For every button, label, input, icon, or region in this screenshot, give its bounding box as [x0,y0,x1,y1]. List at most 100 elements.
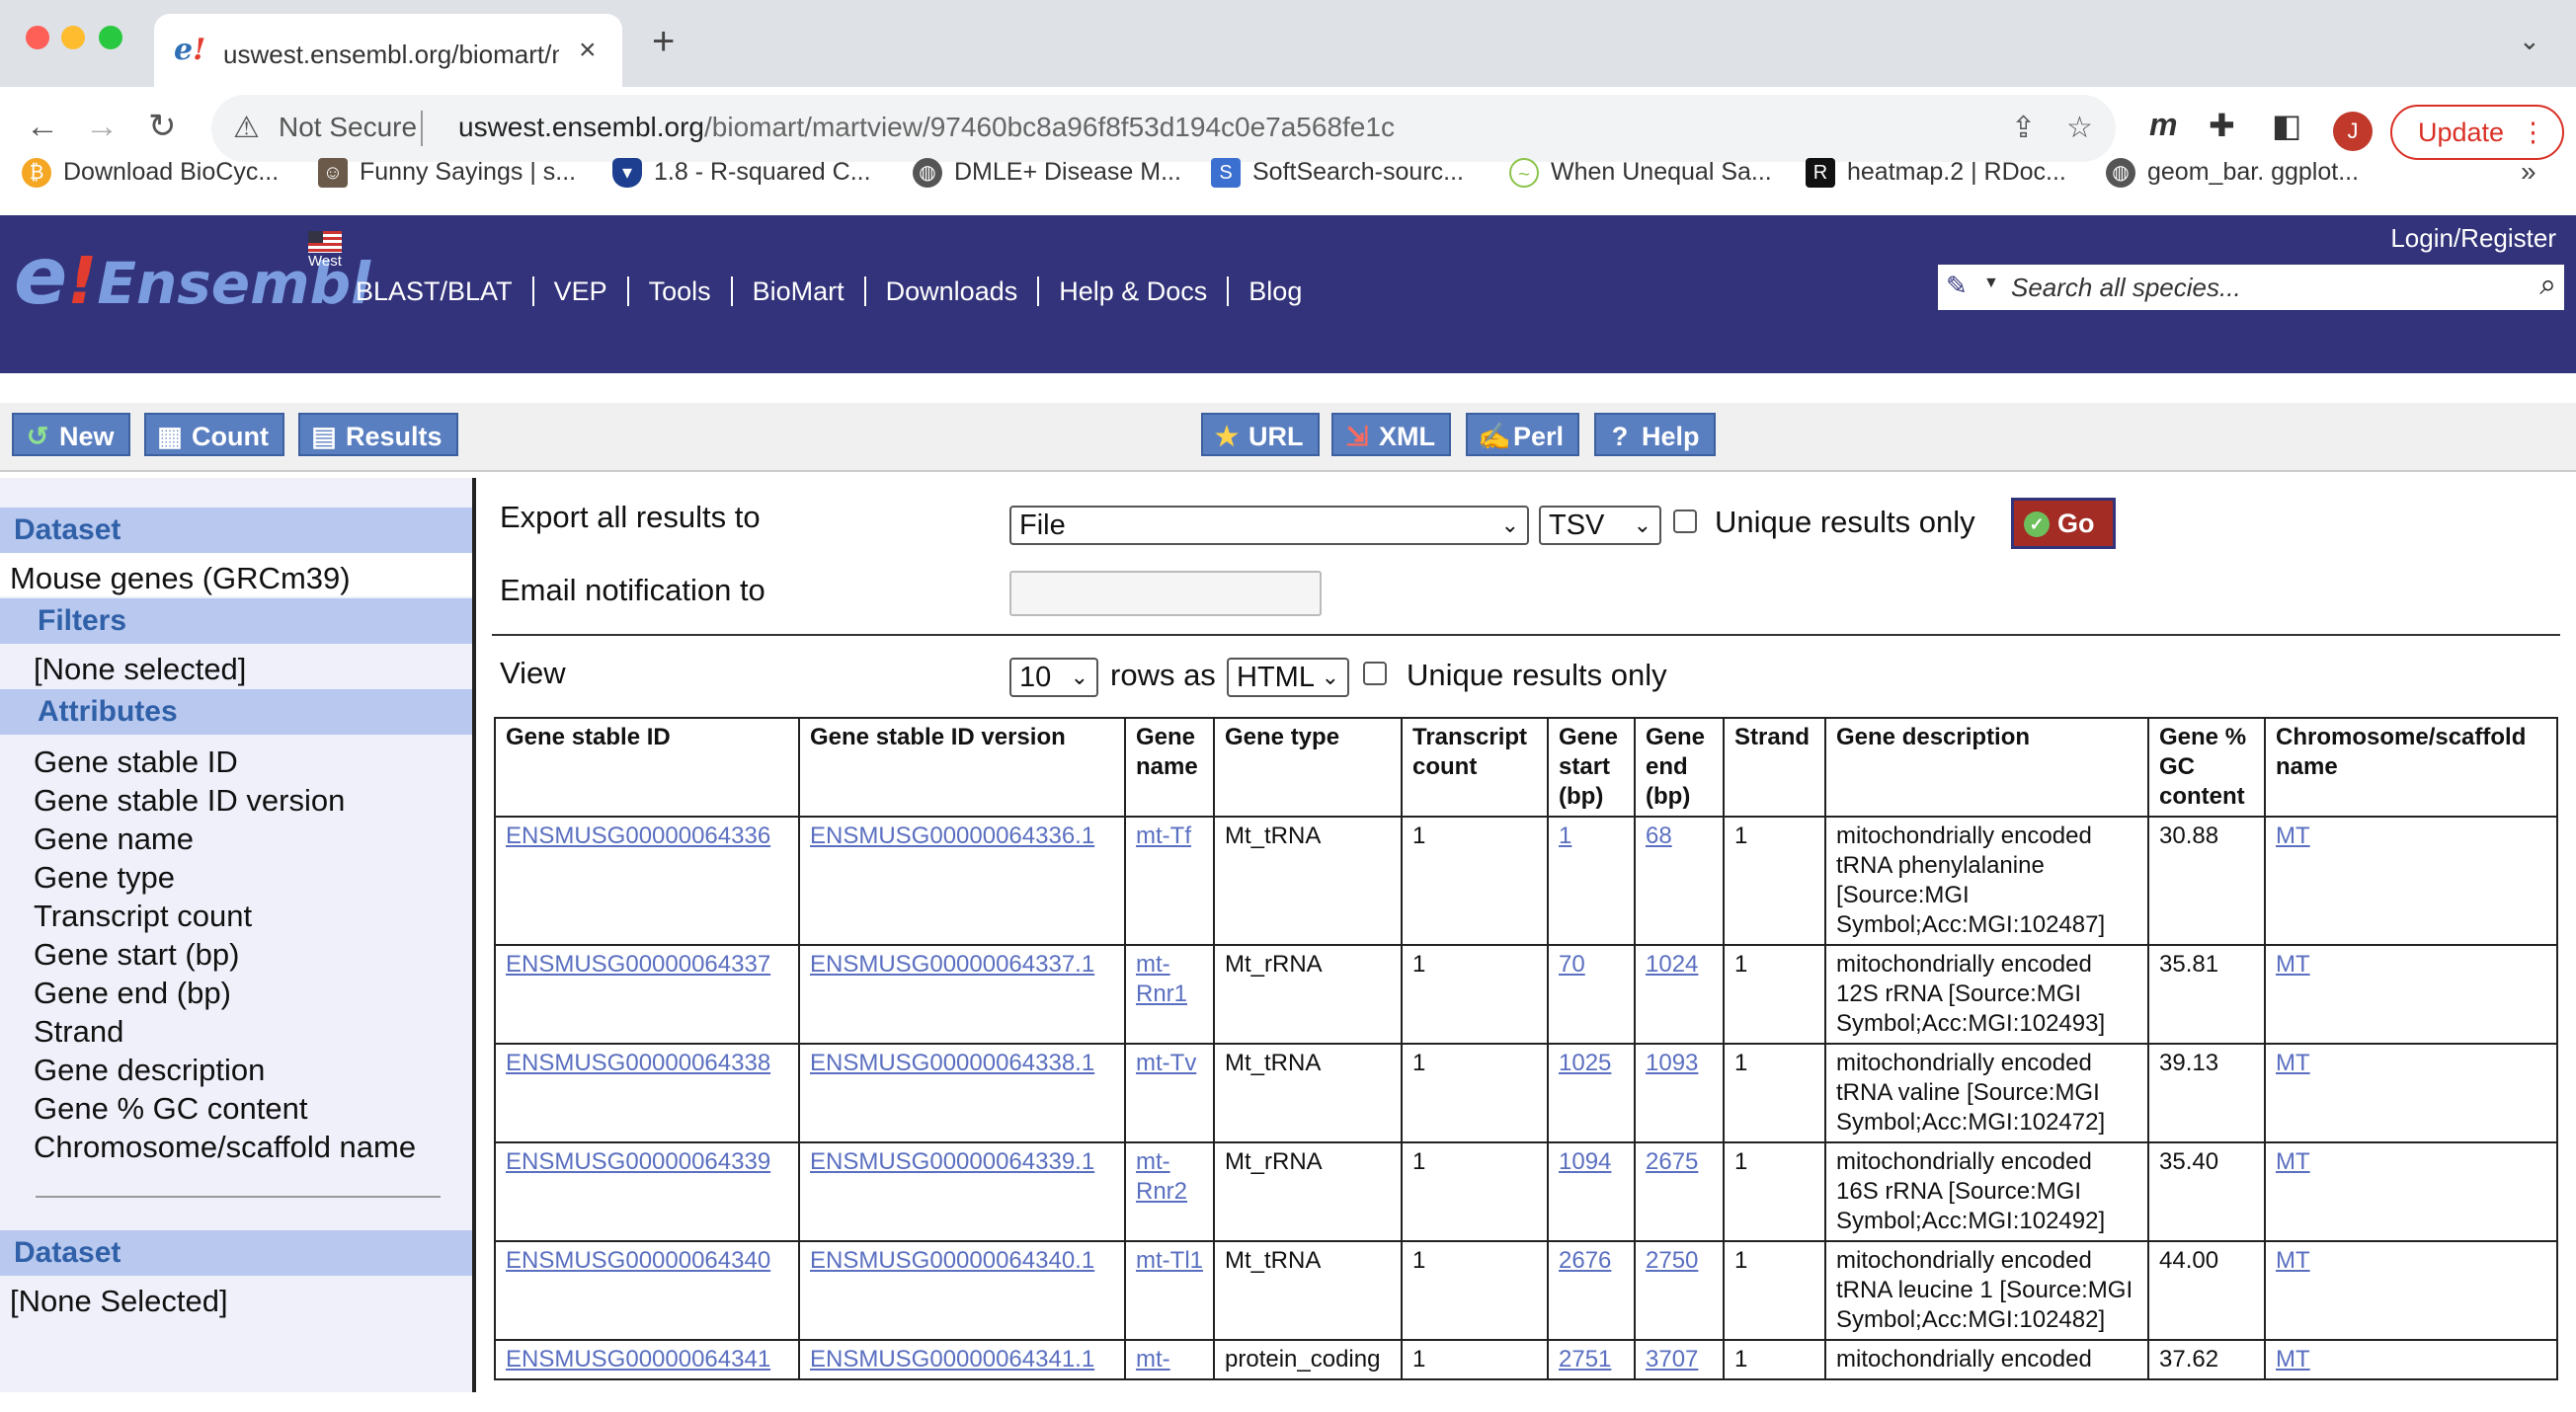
nav-downloads[interactable]: Downloads [866,276,1040,306]
cell-link[interactable]: ENSMUSG00000064339.1 [810,1148,1094,1175]
cell-link[interactable]: 2676 [1559,1247,1611,1274]
attributes-heading[interactable]: Attributes [0,689,472,735]
bookmark-item[interactable]: Rheatmap.2 | RDoc... [1806,158,2066,189]
chevron-down-icon[interactable]: ▼ [1983,275,1999,292]
view-unique-checkbox[interactable] [1363,662,1387,685]
bookmark-item[interactable]: S SoftSearch-sourc... [1211,158,1464,189]
view-unique-label[interactable]: Unique results only [1407,658,1667,693]
species-selector-icon[interactable]: ✎ [1946,271,1968,301]
nav-vep[interactable]: VEP [534,276,629,306]
back-arrow-icon[interactable]: ← [26,107,59,146]
cell-link[interactable]: ENSMUSG00000064337.1 [810,951,1094,978]
cell-link[interactable]: ENSMUSG00000064338 [506,1050,770,1076]
attribute-item[interactable]: Gene type [34,860,175,896]
cell-link[interactable]: ENSMUSG00000064339 [506,1148,770,1175]
attribute-item[interactable]: Gene stable ID version [34,783,345,819]
dataset2-value[interactable]: [None Selected] [10,1284,228,1319]
cell-link[interactable]: 1024 [1646,951,1698,978]
cell-link[interactable]: ENSMUSG00000064340.1 [810,1247,1094,1274]
warning-triangle-icon[interactable]: ⚠ [233,111,260,145]
filters-heading[interactable]: Filters [0,598,472,644]
attribute-item[interactable]: Gene start (bp) [34,937,239,973]
reload-icon[interactable]: ↻ [148,107,177,146]
search-input[interactable]: Search all species... [2011,273,2241,303]
cell-link[interactable]: MT [2276,1247,2310,1274]
not-secure-label[interactable]: Not Secure [279,112,417,143]
share-icon[interactable]: ⇪ [2011,111,2036,145]
cell-link[interactable]: MT [2276,823,2310,849]
bookmark-item[interactable]: ▾ 1.8 - R-squared C... [612,158,871,189]
cell-link[interactable]: 1093 [1646,1050,1698,1076]
cell-link[interactable]: 2675 [1646,1148,1698,1175]
bookmark-item[interactable]: ~ When Unequal Sa... [1509,158,1772,189]
go-button[interactable]: ✓ Go [2011,498,2116,549]
export-destination-select[interactable]: File ⌄ [1009,506,1529,545]
filters-value[interactable]: [None selected] [34,652,246,687]
cell-link[interactable]: ENSMUSG00000064336.1 [810,823,1094,849]
export-format-select[interactable]: TSV ⌄ [1539,506,1661,545]
cell-link[interactable]: 1 [1559,823,1571,849]
cell-link[interactable]: mt-Tf [1136,823,1191,849]
rows-select[interactable]: 10 ⌄ [1009,658,1098,697]
bookmark-star-icon[interactable]: ☆ [2066,111,2093,145]
login-register-link[interactable]: Login/Register [2390,223,2556,254]
dataset-value[interactable]: Mouse genes (GRCm39) [10,561,351,596]
attribute-item[interactable]: Strand [34,1014,123,1050]
cell-link[interactable]: MT [2276,1346,2310,1373]
attribute-item[interactable]: Gene stable ID [34,745,238,780]
cell-link[interactable]: mt-Rnr2 [1136,1148,1187,1205]
count-button[interactable]: ▦ Count [144,413,284,456]
cell-link[interactable]: MT [2276,1050,2310,1076]
attribute-item[interactable]: Transcript count [34,899,252,934]
export-unique-label[interactable]: Unique results only [1715,505,1975,540]
attribute-item[interactable]: Gene name [34,822,194,857]
view-format-select[interactable]: HTML ⌄ [1227,658,1349,697]
results-button[interactable]: ▤ Results [298,413,458,456]
cell-link[interactable]: ENSMUSG00000064341.1 [810,1346,1094,1373]
cell-link[interactable]: ENSMUSG00000064340 [506,1247,770,1274]
cell-link[interactable]: MT [2276,951,2310,978]
profile-avatar[interactable]: J [2333,112,2373,151]
window-close-button[interactable] [26,26,49,49]
window-minimize-button[interactable] [61,26,85,49]
cell-link[interactable]: 70 [1559,951,1585,978]
attribute-item[interactable]: Gene end (bp) [34,976,231,1011]
cell-link[interactable]: mt-Tv [1136,1050,1196,1076]
help-button[interactable]: ? Help [1594,413,1716,456]
search-icon[interactable]: ⌕ [2539,269,2556,302]
bookmark-item[interactable]: ◍ geom_bar. ggplot... [2106,158,2359,189]
nav-help-docs[interactable]: Help & Docs [1039,276,1230,306]
new-tab-button[interactable]: + [652,22,675,61]
cell-link[interactable]: 68 [1646,823,1672,849]
cell-link[interactable]: mt-Tl1 [1136,1247,1203,1274]
url-button[interactable]: ★ URL [1201,413,1320,456]
cell-link[interactable]: 2750 [1646,1247,1698,1274]
export-unique-checkbox[interactable] [1673,510,1697,533]
browser-tab[interactable]: e! uswest.ensembl.org/biomart/m × [154,14,622,87]
bookmarks-overflow-icon[interactable]: » [2521,156,2536,188]
nav-blast-blat[interactable]: BLAST/BLAT [356,276,534,306]
forward-arrow-icon[interactable]: → [85,107,119,146]
cell-link[interactable]: MT [2276,1148,2310,1175]
nav-tools[interactable]: Tools [629,276,733,306]
attribute-item[interactable]: Gene description [34,1053,265,1088]
tab-search-chevron-icon[interactable]: ⌄ [2519,26,2540,56]
nav-biomart[interactable]: BioMart [733,276,866,306]
cell-link[interactable]: mt- [1136,1346,1170,1373]
cell-link[interactable]: ENSMUSG00000064337 [506,951,770,978]
dataset2-heading[interactable]: Dataset [0,1230,472,1276]
cell-link[interactable]: mt-Rnr1 [1136,951,1187,1007]
bookmark-item[interactable]: ◍ DMLE+ Disease M... [913,158,1181,189]
cell-link[interactable]: 1094 [1559,1148,1611,1175]
bookmark-item[interactable]: ₿ Download BioCyc... [22,158,279,189]
cell-link[interactable]: ENSMUSG00000064341 [506,1346,770,1373]
extensions-puzzle-icon[interactable]: ✚ [2209,107,2235,144]
bookmark-item[interactable]: ☺ Funny Sayings | s... [318,158,576,189]
attribute-item[interactable]: Chromosome/scaffold name [34,1130,416,1165]
extension-m-icon[interactable]: m [2149,107,2177,143]
dataset-heading[interactable]: Dataset [0,508,472,553]
new-button[interactable]: ↺ New [12,413,130,456]
side-panel-icon[interactable]: ◧ [2272,107,2301,144]
xml-button[interactable]: ⇲ XML [1331,413,1451,456]
tab-close-icon[interactable]: × [579,34,597,67]
